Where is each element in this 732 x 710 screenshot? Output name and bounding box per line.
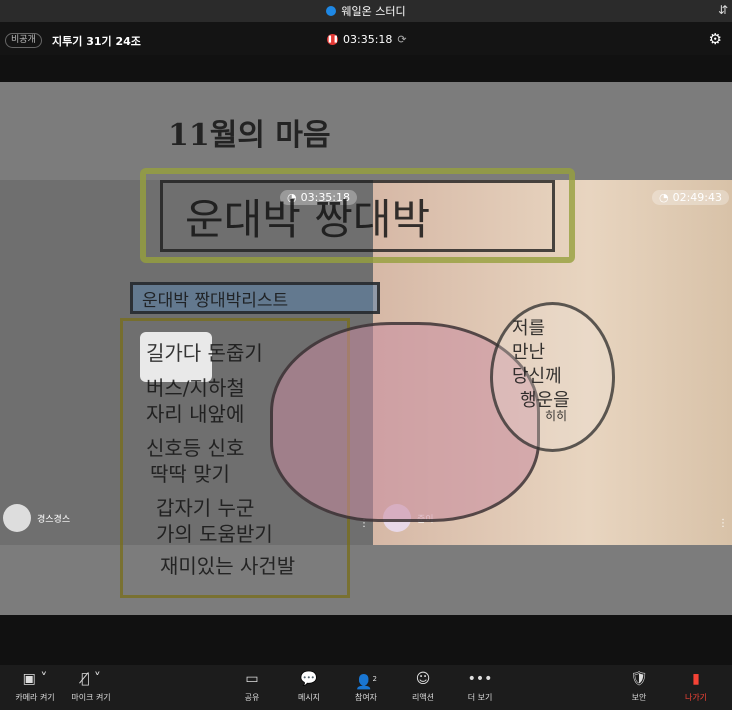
message-button[interactable]: 💬 메시지	[298, 671, 320, 703]
mic-off-icon: 🎙̸ ˅	[81, 671, 101, 687]
pause-record-icon[interactable]: ❚❚	[327, 34, 339, 45]
share-button[interactable]: ▭ 공유	[245, 671, 260, 703]
drawing-heading: 11월의 마음	[168, 118, 331, 153]
shield-icon: 🛡	[630, 671, 648, 687]
more-button[interactable]: ••• 더 보기	[468, 671, 493, 703]
settings-sliders-icon[interactable]: ⚙	[709, 30, 722, 48]
person-icon: 👤2	[355, 674, 377, 691]
security-button[interactable]: 🛡 보안	[630, 671, 648, 703]
video-stage: ◔03:35:18 경스경스 ⋮ ◔02:49:43 준이 ⋮ 11월의 마음 …	[0, 55, 732, 615]
ellipsis-icon: •••	[467, 671, 493, 687]
more-options-icon[interactable]: ⋮	[718, 518, 728, 529]
app-icon	[326, 6, 337, 16]
clock-icon: ◔	[658, 191, 669, 204]
mic-button[interactable]: 🎙̸ ˅ 마이크 켜기	[71, 671, 110, 703]
meeting-info-bar: 비공개 지투기 31기 24조 ❚❚ 03:35:18 ⟳ ⚙	[0, 22, 732, 55]
visibility-badge: 비공개	[5, 33, 42, 48]
door-icon: ▮	[692, 671, 700, 687]
chat-icon: 💬	[300, 671, 318, 687]
meeting-title: 지투기 31기 24조	[52, 35, 141, 48]
meeting-toolbar: ▣ ˅ 카메라 켜기 🎙̸ ˅ 마이크 켜기 ▭ 공유 💬 메시지 👤2 참여자 ☺ 리액션…	[0, 665, 732, 710]
drawing-list-title: 운대박 짱대박리스트	[142, 291, 289, 311]
shared-drawing: ◔03:35:18 경스경스 ⋮ ◔02:49:43 준이 ⋮ 11월의 마음 …	[0, 82, 732, 615]
window-title: 웨일온 스터디	[341, 5, 406, 18]
smile-icon: ☺	[415, 671, 431, 687]
drawing-note: 히히	[545, 409, 568, 423]
reaction-button[interactable]: ☺ 리액션	[412, 671, 434, 703]
tile-timer: ◔ 02:49:43	[651, 190, 729, 205]
drawing-banner: 운대박 짱대박	[185, 195, 431, 244]
camera-button[interactable]: ▣ ˅ 카메라 켜기	[15, 671, 54, 703]
elapsed-time: 03:35:18	[343, 33, 393, 46]
participant-label: 경스경스	[3, 504, 70, 532]
sort-icon[interactable]: ⇵	[718, 3, 728, 17]
share-icon: ▭	[245, 671, 259, 687]
refresh-icon[interactable]: ⟳	[397, 33, 406, 46]
avatar	[3, 504, 31, 532]
participants-button[interactable]: 👤2 참여자	[355, 671, 377, 703]
recording-status: ❚❚ 03:35:18 ⟳	[327, 33, 407, 46]
leave-button[interactable]: ▮ 나가기	[685, 671, 707, 703]
title-bar: 웨일온 스터디 ⇵	[0, 0, 732, 22]
camera-off-icon: ▣ ˅	[22, 671, 48, 687]
